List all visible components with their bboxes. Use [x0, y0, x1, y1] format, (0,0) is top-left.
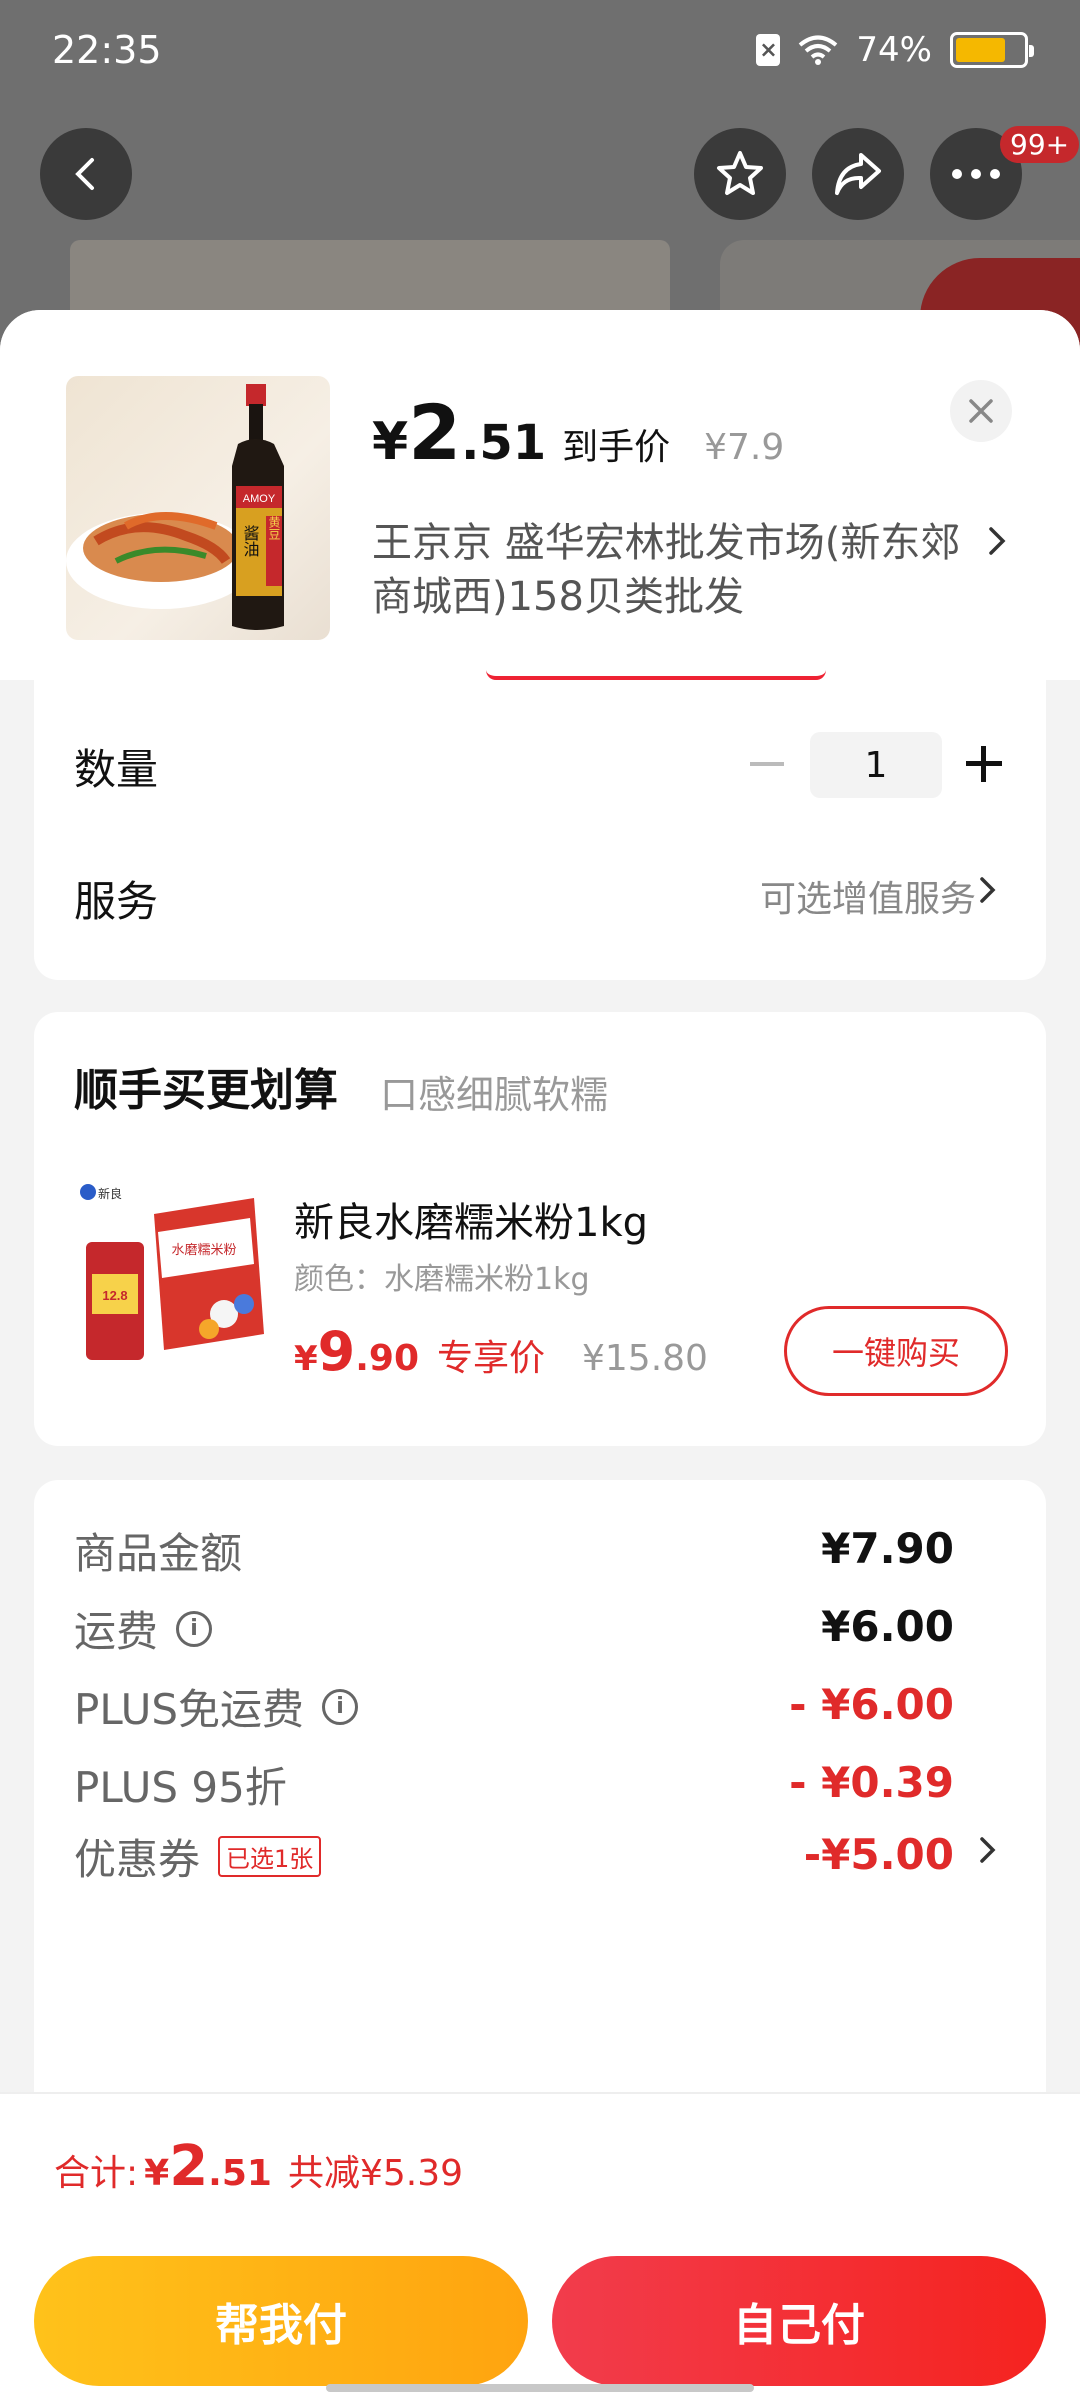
- status-time: 22:35: [52, 28, 162, 72]
- quantity-label: 数量: [74, 745, 159, 794]
- bundle-price-label: 专享价: [437, 1338, 546, 1379]
- share-button[interactable]: [812, 128, 904, 220]
- help-me-pay-button[interactable]: 帮我付: [34, 2256, 528, 2386]
- pack-label-text: 水磨糯米粉: [171, 1243, 236, 1258]
- service-label: 服务: [74, 877, 159, 926]
- plus-free-shipping-label: PLUS免运费 i: [74, 1676, 359, 1737]
- chevron-right-icon[interactable]: [978, 1834, 998, 1866]
- bundle-item-variant: 颜色：水磨糯米粉1kg: [294, 1262, 590, 1297]
- one-click-buy-button[interactable]: 一键购买: [784, 1306, 1008, 1396]
- bundle-original-price: ¥15.80: [582, 1338, 708, 1379]
- goods-amount-label: 商品金额: [74, 1520, 242, 1581]
- quantity-decrease-button[interactable]: [750, 762, 784, 766]
- battery-fill: [956, 38, 1005, 62]
- summary-row-label: 运费: [74, 1607, 159, 1656]
- shipping-label: 运费 i: [74, 1598, 213, 1659]
- bundle-card: 顺手买更划算 口感细腻软糯 新良 12.8 水磨糯米粉 新良水磨糯米粉1kg 颜…: [34, 1012, 1046, 1446]
- info-icon[interactable]: i: [322, 1688, 359, 1725]
- battery-percent: 74%: [856, 30, 932, 70]
- total-integer: 2: [169, 2134, 209, 2199]
- goods-amount-value: ¥7.90: [821, 1524, 954, 1573]
- price-integer: 2: [408, 388, 462, 477]
- pack-tag-text: 12.8: [102, 1288, 127, 1303]
- product-image: AMOY 酱油 黄豆: [66, 384, 284, 630]
- thumb-brand-text: AMOY: [243, 493, 276, 505]
- bundle-price-decimal: .90: [355, 1338, 420, 1379]
- price-currency: ¥: [372, 412, 409, 472]
- wifi-icon: [799, 35, 838, 65]
- star-icon: [717, 151, 763, 195]
- close-button[interactable]: [950, 380, 1012, 442]
- price-label: 到手价: [562, 427, 671, 468]
- quantity-increase-button[interactable]: [966, 746, 1002, 782]
- share-icon: [835, 153, 881, 195]
- total-decimal: .51: [208, 2153, 272, 2194]
- product-price: ¥ 2 .51 到手价 ¥7.9: [372, 388, 784, 477]
- home-indicator[interactable]: [326, 2384, 754, 2392]
- plus-discount-value: - ¥0.39: [789, 1758, 954, 1807]
- coupon-label[interactable]: 优惠券 已选1张: [74, 1826, 322, 1887]
- bundle-price-integer: 9: [317, 1320, 356, 1383]
- summary-row-label: 优惠券: [74, 1835, 201, 1884]
- shop-name[interactable]: 王京京 盛华宏林批发市场(新东郊商城西)158贝类批发: [372, 516, 972, 624]
- chevron-right-icon[interactable]: [978, 874, 998, 906]
- favorite-button[interactable]: [694, 128, 786, 220]
- shop-arrow[interactable]: [986, 524, 1008, 562]
- thumb-label-text: 酱油: [241, 525, 260, 557]
- original-price: ¥7.9: [704, 427, 785, 468]
- coupon-value[interactable]: -¥5.00: [804, 1830, 954, 1879]
- bundle-title: 顺手买更划算: [74, 1065, 338, 1116]
- quantity-input[interactable]: 1: [810, 732, 942, 798]
- summary-row-label: PLUS 95折: [74, 1763, 287, 1812]
- plus-free-shipping-value: - ¥6.00: [789, 1680, 954, 1729]
- pack-brand-text: 新良: [98, 1186, 122, 1201]
- total-currency: ¥: [144, 2153, 170, 2194]
- thumb-side-text: 黄豆: [267, 516, 281, 540]
- status-icons: × 74%: [756, 30, 1034, 70]
- battery-icon: [950, 32, 1034, 68]
- more-icon: [952, 169, 1000, 179]
- no-sim-icon: ×: [756, 34, 781, 66]
- options-card: 数量 1 服务 可选增值服务: [34, 680, 1046, 980]
- bundle-item-name[interactable]: 新良水磨糯米粉1kg: [294, 1190, 648, 1248]
- close-icon: [969, 399, 993, 423]
- status-bar: 22:35 × 74%: [0, 0, 1080, 100]
- bundle-price-currency: ¥: [294, 1339, 318, 1379]
- pay-myself-button[interactable]: 自己付: [552, 2256, 1046, 2386]
- checkout-bar: 合计: ¥ 2 .51 共减¥5.39 帮我付 自己付: [0, 2092, 1080, 2400]
- total-label: 合计:: [54, 2153, 139, 2194]
- back-button[interactable]: [40, 128, 132, 220]
- bundle-product-image[interactable]: 新良 12.8 水磨糯米粉: [74, 1174, 274, 1374]
- info-icon[interactable]: i: [176, 1610, 213, 1647]
- total-price: 合计: ¥ 2 .51 共减¥5.39: [54, 2134, 463, 2199]
- summary-row-label: 商品金额: [74, 1529, 243, 1578]
- price-decimal: .51: [461, 415, 547, 471]
- chevron-right-icon: [989, 527, 1006, 555]
- bundle-price: ¥ 9 .90 专享价: [294, 1320, 545, 1383]
- coupon-selected-badge: 已选1张: [218, 1836, 322, 1877]
- total-savings: 共减¥5.39: [287, 2153, 464, 2194]
- selection-hint-line: [486, 670, 826, 680]
- product-thumbnail: AMOY 酱油 黄豆: [66, 376, 330, 640]
- shipping-value: ¥6.00: [821, 1602, 954, 1651]
- message-badge: 99+: [1000, 126, 1080, 163]
- chevron-left-icon: [75, 158, 94, 190]
- plus-discount-label: PLUS 95折: [74, 1754, 287, 1815]
- summary-row-label: PLUS免运费: [74, 1685, 305, 1734]
- bundle-subtitle: 口感细腻软糯: [380, 1073, 609, 1117]
- service-value[interactable]: 可选增值服务: [760, 870, 976, 922]
